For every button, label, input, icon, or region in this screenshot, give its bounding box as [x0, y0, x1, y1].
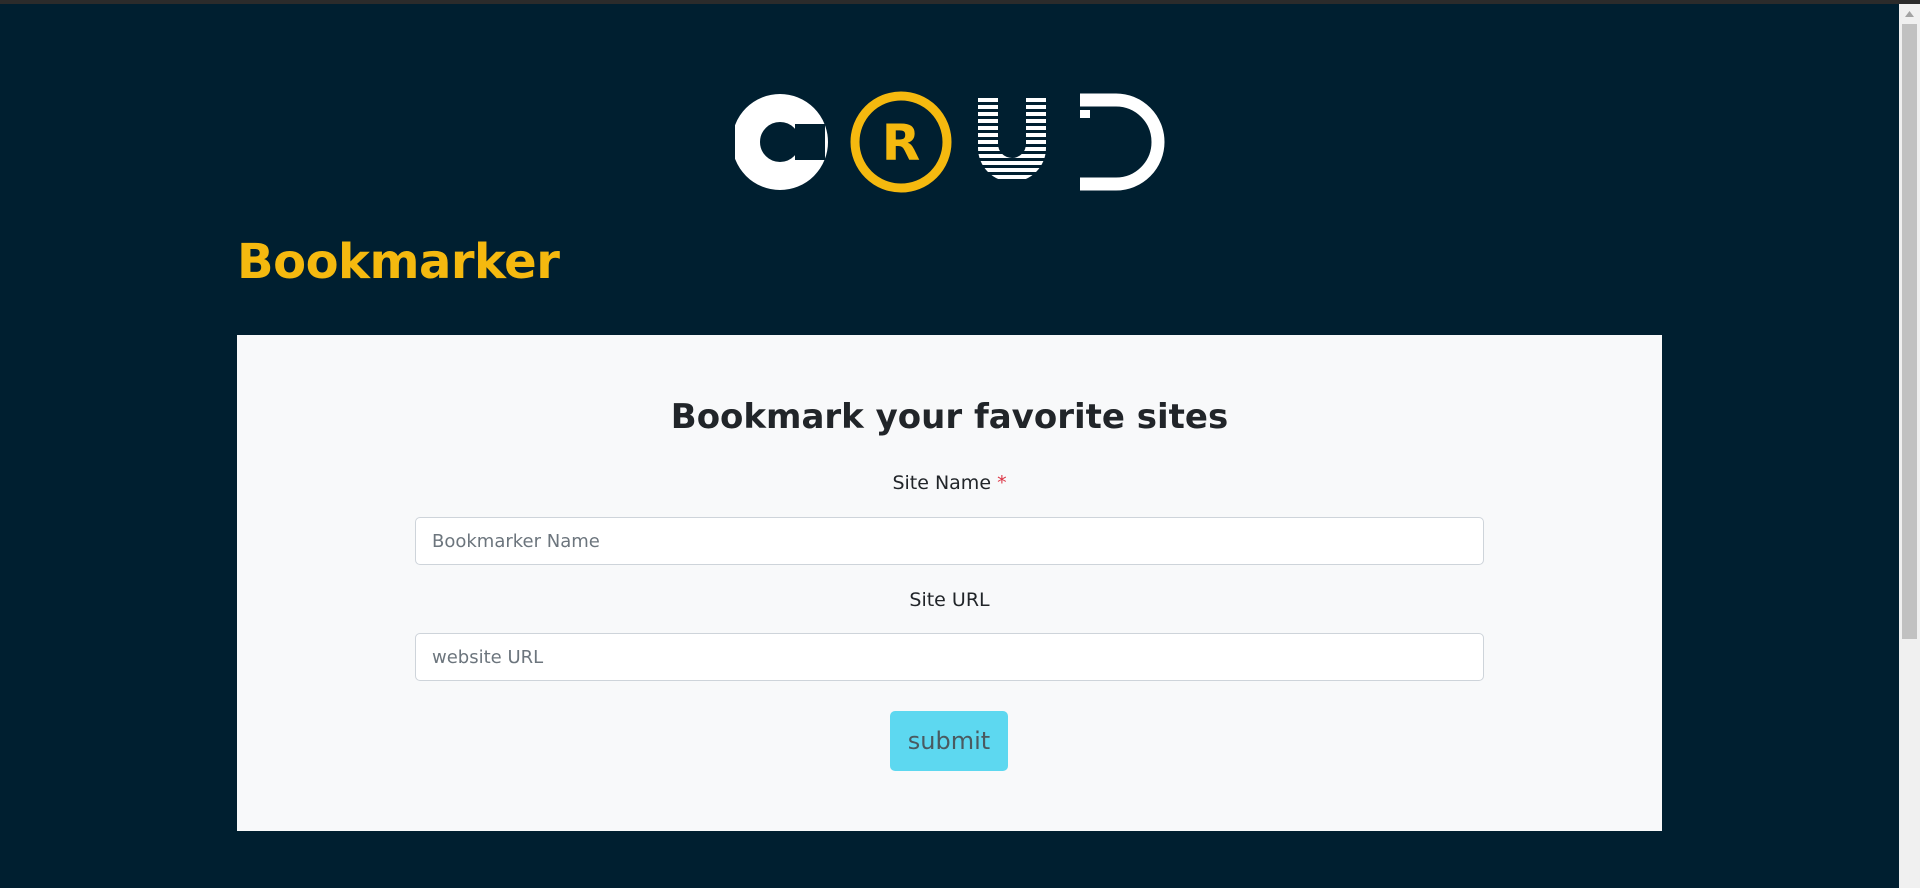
site-name-input[interactable] — [415, 517, 1484, 565]
bookmark-form-card: Bookmark your favorite sites Site Name *… — [237, 335, 1662, 831]
site-url-label: Site URL — [909, 589, 990, 611]
required-marker: * — [997, 472, 1007, 494]
submit-button[interactable]: submit — [890, 711, 1008, 771]
crud-logo-icon: R — [732, 90, 1165, 194]
svg-text:R: R — [882, 114, 921, 172]
scroll-up-arrow-icon[interactable] — [1899, 4, 1920, 24]
scrollbar-thumb[interactable] — [1902, 24, 1917, 639]
site-name-label-text: Site Name — [892, 472, 992, 494]
form-heading: Bookmark your favorite sites — [670, 397, 1229, 437]
site-url-input[interactable] — [415, 633, 1484, 681]
vertical-scrollbar[interactable] — [1899, 4, 1920, 888]
site-name-label: Site Name * — [237, 472, 1662, 494]
window-top-border — [0, 0, 1920, 4]
app-title: Bookmarker — [237, 234, 560, 290]
